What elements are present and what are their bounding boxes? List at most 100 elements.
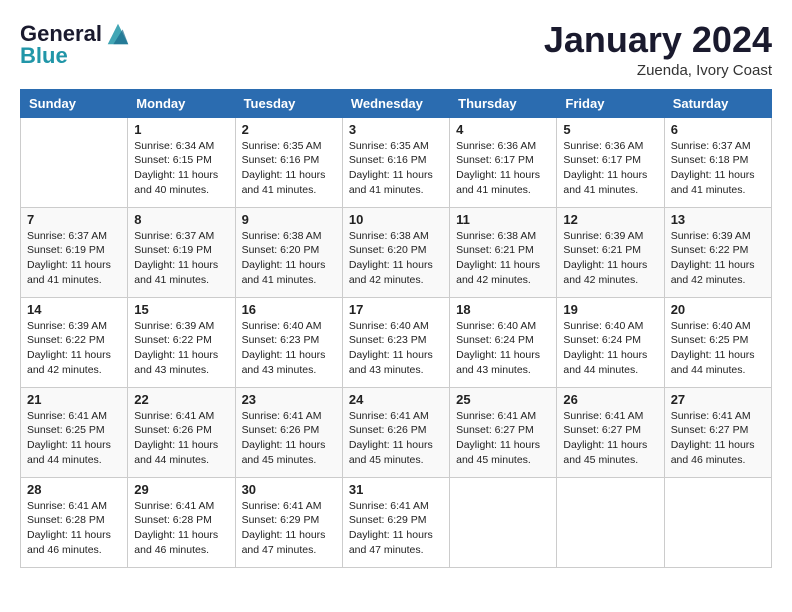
day-number: 20 — [671, 302, 765, 317]
day-info: Sunrise: 6:41 AMSunset: 6:29 PMDaylight:… — [242, 499, 336, 558]
column-header-saturday: Saturday — [664, 89, 771, 117]
calendar-week-row: 1 Sunrise: 6:34 AMSunset: 6:15 PMDaylight… — [21, 117, 772, 207]
calendar-header-row: SundayMondayTuesdayWednesdayThursdayFrid… — [21, 89, 772, 117]
day-info: Sunrise: 6:41 AMSunset: 6:26 PMDaylight:… — [134, 409, 228, 468]
day-info: Sunrise: 6:37 AMSunset: 6:19 PMDaylight:… — [134, 229, 228, 288]
day-number: 8 — [134, 212, 228, 227]
day-info: Sunrise: 6:41 AMSunset: 6:28 PMDaylight:… — [134, 499, 228, 558]
day-number: 24 — [349, 392, 443, 407]
day-number: 4 — [456, 122, 550, 137]
calendar-cell: 28Sunrise: 6:41 AMSunset: 6:28 PMDayligh… — [21, 477, 128, 567]
day-number: 18 — [456, 302, 550, 317]
day-number: 23 — [242, 392, 336, 407]
day-info: Sunrise: 6:40 AMSunset: 6:25 PMDaylight:… — [671, 319, 765, 378]
logo-blue-text: Blue — [20, 44, 68, 68]
calendar-cell: 29Sunrise: 6:41 AMSunset: 6:28 PMDayligh… — [128, 477, 235, 567]
day-info: Sunrise: 6:41 AMSunset: 6:28 PMDaylight:… — [27, 499, 121, 558]
day-info: Sunrise: 6:40 AMSunset: 6:24 PMDaylight:… — [563, 319, 657, 378]
calendar-cell: 21 Sunrise: 6:41 AMSunset: 6:25 PMDayligh… — [21, 387, 128, 477]
day-info: Sunrise: 6:39 AMSunset: 6:22 PMDaylight:… — [134, 319, 228, 378]
day-number: 5 — [563, 122, 657, 137]
day-info: Sunrise: 6:41 AMSunset: 6:25 PMDaylight:… — [27, 409, 121, 468]
day-number: 15 — [134, 302, 228, 317]
calendar-cell: 19Sunrise: 6:40 AMSunset: 6:24 PMDayligh… — [557, 297, 664, 387]
calendar-week-row: 21 Sunrise: 6:41 AMSunset: 6:25 PMDayligh… — [21, 387, 772, 477]
month-title: January 2024 — [544, 20, 772, 60]
calendar-cell: 8 Sunrise: 6:37 AMSunset: 6:19 PMDaylight… — [128, 207, 235, 297]
day-info: Sunrise: 6:41 AMSunset: 6:27 PMDaylight:… — [563, 409, 657, 468]
day-info: Sunrise: 6:40 AMSunset: 6:23 PMDaylight:… — [242, 319, 336, 378]
day-number: 1 — [134, 122, 228, 137]
day-number: 25 — [456, 392, 550, 407]
calendar-cell: 26 Sunrise: 6:41 AMSunset: 6:27 PMDayligh… — [557, 387, 664, 477]
day-info: Sunrise: 6:36 AMSunset: 6:17 PMDaylight:… — [563, 139, 657, 198]
day-number: 30 — [242, 482, 336, 497]
calendar-cell: 14 Sunrise: 6:39 AMSunset: 6:22 PMDayligh… — [21, 297, 128, 387]
column-header-friday: Friday — [557, 89, 664, 117]
day-number: 27 — [671, 392, 765, 407]
day-number: 21 — [27, 392, 121, 407]
calendar-cell — [450, 477, 557, 567]
calendar-cell: 5 Sunrise: 6:36 AMSunset: 6:17 PMDaylight… — [557, 117, 664, 207]
day-number: 2 — [242, 122, 336, 137]
day-info: Sunrise: 6:38 AMSunset: 6:20 PMDaylight:… — [349, 229, 443, 288]
day-number: 7 — [27, 212, 121, 227]
column-header-thursday: Thursday — [450, 89, 557, 117]
calendar-cell: 27 Sunrise: 6:41 AMSunset: 6:27 PMDayligh… — [664, 387, 771, 477]
logo-icon — [104, 20, 132, 48]
calendar-cell: 7 Sunrise: 6:37 AMSunset: 6:19 PMDaylight… — [21, 207, 128, 297]
day-number: 31 — [349, 482, 443, 497]
calendar-table: SundayMondayTuesdayWednesdayThursdayFrid… — [20, 89, 772, 568]
day-info: Sunrise: 6:41 AMSunset: 6:26 PMDaylight:… — [242, 409, 336, 468]
day-number: 26 — [563, 392, 657, 407]
calendar-cell: 16 Sunrise: 6:40 AMSunset: 6:23 PMDayligh… — [235, 297, 342, 387]
calendar-cell — [557, 477, 664, 567]
column-header-monday: Monday — [128, 89, 235, 117]
calendar-cell: 4 Sunrise: 6:36 AMSunset: 6:17 PMDaylight… — [450, 117, 557, 207]
calendar-week-row: 28Sunrise: 6:41 AMSunset: 6:28 PMDayligh… — [21, 477, 772, 567]
calendar-cell: 2Sunrise: 6:35 AMSunset: 6:16 PMDaylight… — [235, 117, 342, 207]
day-info: Sunrise: 6:41 AMSunset: 6:27 PMDaylight:… — [671, 409, 765, 468]
calendar-cell: 30 Sunrise: 6:41 AMSunset: 6:29 PMDayligh… — [235, 477, 342, 567]
day-number: 16 — [242, 302, 336, 317]
calendar-cell: 18Sunrise: 6:40 AMSunset: 6:24 PMDayligh… — [450, 297, 557, 387]
calendar-cell: 11 Sunrise: 6:38 AMSunset: 6:21 PMDayligh… — [450, 207, 557, 297]
calendar-cell: 13Sunrise: 6:39 AMSunset: 6:22 PMDayligh… — [664, 207, 771, 297]
calendar-cell: 20 Sunrise: 6:40 AMSunset: 6:25 PMDayligh… — [664, 297, 771, 387]
calendar-cell: 17Sunrise: 6:40 AMSunset: 6:23 PMDayligh… — [342, 297, 449, 387]
column-header-tuesday: Tuesday — [235, 89, 342, 117]
calendar-week-row: 14 Sunrise: 6:39 AMSunset: 6:22 PMDayligh… — [21, 297, 772, 387]
calendar-cell — [21, 117, 128, 207]
day-info: Sunrise: 6:35 AMSunset: 6:16 PMDaylight:… — [349, 139, 443, 198]
day-number: 11 — [456, 212, 550, 227]
calendar-cell: 23 Sunrise: 6:41 AMSunset: 6:26 PMDayligh… — [235, 387, 342, 477]
day-number: 9 — [242, 212, 336, 227]
calendar-cell: 6Sunrise: 6:37 AMSunset: 6:18 PMDaylight… — [664, 117, 771, 207]
logo: General Blue — [20, 20, 132, 68]
day-info: Sunrise: 6:34 AMSunset: 6:15 PMDaylight:… — [134, 139, 228, 198]
day-info: Sunrise: 6:39 AMSunset: 6:22 PMDaylight:… — [671, 229, 765, 288]
day-number: 3 — [349, 122, 443, 137]
calendar-cell — [664, 477, 771, 567]
day-info: Sunrise: 6:37 AMSunset: 6:19 PMDaylight:… — [27, 229, 121, 288]
month-info: January 2024 Zuenda, Ivory Coast — [544, 20, 772, 79]
day-number: 12 — [563, 212, 657, 227]
calendar-cell: 31 Sunrise: 6:41 AMSunset: 6:29 PMDayligh… — [342, 477, 449, 567]
day-number: 14 — [27, 302, 121, 317]
day-number: 10 — [349, 212, 443, 227]
day-info: Sunrise: 6:38 AMSunset: 6:21 PMDaylight:… — [456, 229, 550, 288]
calendar-cell: 3 Sunrise: 6:35 AMSunset: 6:16 PMDaylight… — [342, 117, 449, 207]
day-info: Sunrise: 6:36 AMSunset: 6:17 PMDaylight:… — [456, 139, 550, 198]
calendar-cell: 12Sunrise: 6:39 AMSunset: 6:21 PMDayligh… — [557, 207, 664, 297]
calendar-cell: 22 Sunrise: 6:41 AMSunset: 6:26 PMDayligh… — [128, 387, 235, 477]
day-number: 6 — [671, 122, 765, 137]
day-info: Sunrise: 6:41 AMSunset: 6:29 PMDaylight:… — [349, 499, 443, 558]
day-info: Sunrise: 6:39 AMSunset: 6:22 PMDaylight:… — [27, 319, 121, 378]
calendar-cell: 10 Sunrise: 6:38 AMSunset: 6:20 PMDayligh… — [342, 207, 449, 297]
column-header-sunday: Sunday — [21, 89, 128, 117]
day-info: Sunrise: 6:40 AMSunset: 6:23 PMDaylight:… — [349, 319, 443, 378]
day-number: 22 — [134, 392, 228, 407]
calendar-cell: 25Sunrise: 6:41 AMSunset: 6:27 PMDayligh… — [450, 387, 557, 477]
day-info: Sunrise: 6:41 AMSunset: 6:26 PMDaylight:… — [349, 409, 443, 468]
page-header: General Blue January 2024 Zuenda, Ivory … — [20, 20, 772, 79]
